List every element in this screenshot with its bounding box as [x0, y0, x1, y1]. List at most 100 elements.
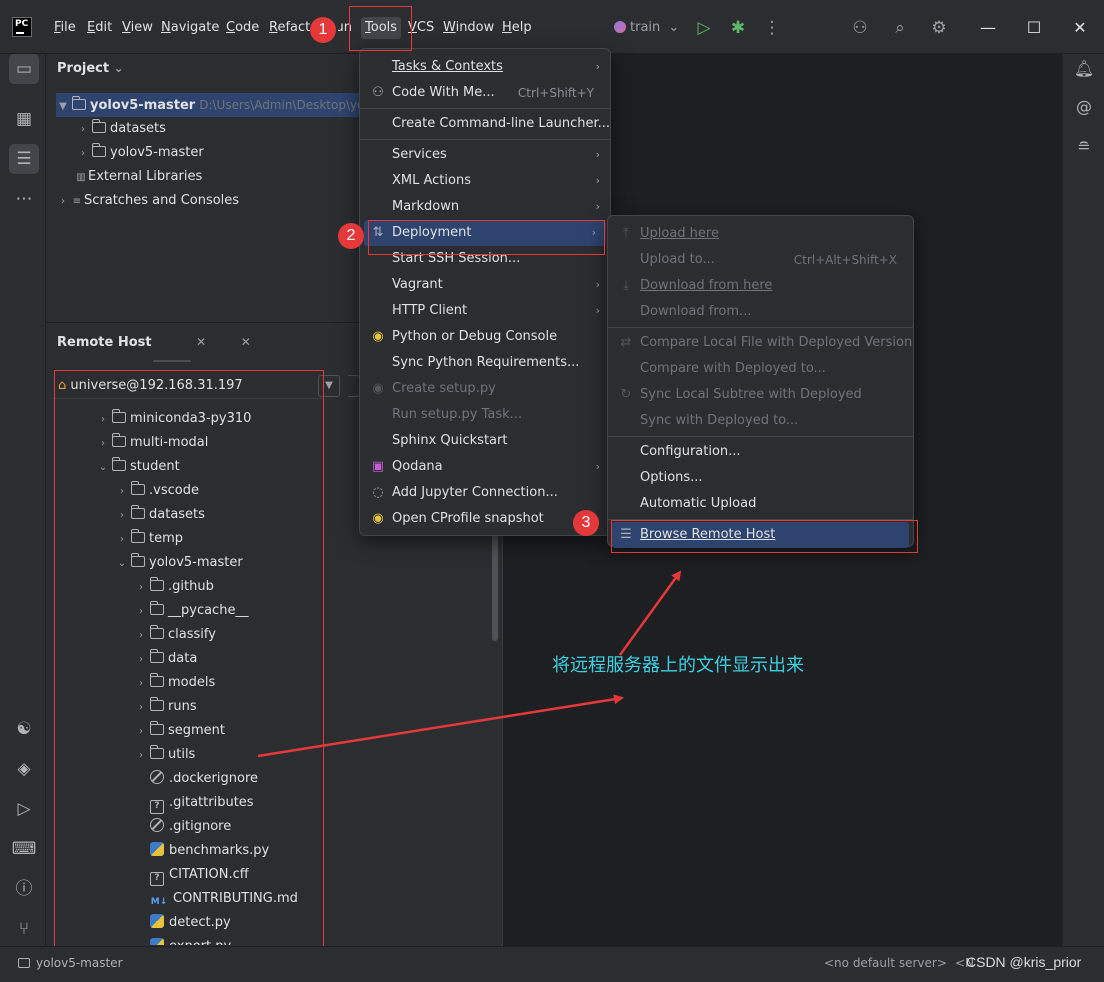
watermark: CSDN @kris_prior	[966, 954, 1082, 970]
chevron-right-icon: ›	[595, 60, 600, 73]
upload-icon: ⤒	[623, 226, 629, 241]
submenu-download-from-here: ⤓ Download from here	[608, 273, 913, 299]
highlight-deployment	[368, 220, 605, 255]
menu-item-markdown[interactable]: Markdown ›	[360, 194, 610, 220]
menu-help[interactable]: Help	[502, 17, 532, 39]
database-icon[interactable]: ≘	[1071, 134, 1097, 160]
menu-item-add-jupyter[interactable]: ◌ Add Jupyter Connection...	[360, 480, 610, 506]
chevron-right-icon: ›	[81, 124, 85, 135]
step-badge-3: 3	[573, 510, 599, 536]
menu-item-code-with-me[interactable]: ⚇ Code With Me... Ctrl+Shift+Y	[360, 80, 610, 106]
bug-icon[interactable]: ✱	[726, 16, 750, 40]
menu-file[interactable]: File	[54, 17, 76, 39]
project-panel-title[interactable]: Project ⌄	[57, 61, 124, 76]
chevron-right-icon: ›	[595, 200, 600, 213]
close-tab-icon[interactable]: ✕	[196, 335, 206, 349]
layers-icon[interactable]: ◈	[9, 754, 39, 784]
menu-item-create-setup: ◉ Create setup.py	[360, 376, 610, 402]
status-bar: yolov5-master <no default server> <N	[0, 946, 1104, 982]
menu-item-python-console[interactable]: ◉ Python or Debug Console	[360, 324, 610, 350]
menu-item-vagrant[interactable]: Vagrant ›	[360, 272, 610, 298]
chevron-right-icon: ›	[595, 304, 600, 317]
gear-icon[interactable]: ⚙	[927, 16, 951, 40]
ai-assistant-icon[interactable]: @	[1071, 94, 1097, 120]
chevron-right-icon: ›	[595, 174, 600, 187]
close-icon[interactable]: ✕	[1066, 14, 1094, 42]
chevron-right-icon: ›	[81, 148, 85, 159]
menu-view[interactable]: View	[122, 17, 153, 39]
add-user-icon[interactable]: ⚇	[848, 16, 872, 40]
menu-item-qodana[interactable]: ▣ Qodana ›	[360, 454, 610, 480]
sync-icon: ↻	[620, 387, 632, 402]
library-icon: ▥	[76, 172, 86, 183]
chevron-down-icon: ▼	[59, 101, 67, 112]
title-bar: PC File Edit View Navigate Code Refactor…	[0, 0, 1104, 54]
close-tab-icon[interactable]: ✕	[241, 335, 251, 349]
module-icon	[18, 958, 30, 968]
menu-item-create-launcher[interactable]: Create Command-line Launcher...	[360, 111, 610, 137]
menu-item-http-client[interactable]: HTTP Client ›	[360, 298, 610, 324]
notifications-bell-icon[interactable]: 🔔︎	[1071, 56, 1097, 82]
menu-item-run-setup: Run setup.py Task...	[392, 407, 523, 422]
run-config-name: train	[630, 20, 661, 35]
submenu-compare-with-deployed: Compare with Deployed to...	[640, 361, 826, 376]
more-vertical-icon[interactable]: ⋮	[760, 16, 784, 40]
tab-underline	[153, 360, 191, 362]
python-icon: ◉	[372, 329, 384, 344]
status-default-server[interactable]: <no default server>	[824, 956, 947, 970]
folder-icon	[91, 119, 106, 133]
download-icon: ⤓	[623, 278, 629, 293]
menu-separator	[360, 108, 610, 109]
git-branch-icon[interactable]: ⑂	[9, 914, 39, 944]
terminal-icon[interactable]: ⌨	[9, 834, 39, 864]
step-badge-1: 1	[310, 17, 336, 43]
search-icon[interactable]: ⌕	[888, 16, 912, 40]
submenu-sync-local-subtree: ↻ Sync Local Subtree with Deployed	[608, 382, 913, 408]
menu-item-sync-requirements[interactable]: Sync Python Requirements...	[360, 350, 610, 376]
submenu-configuration[interactable]: Configuration...	[608, 439, 913, 465]
project-folder-icon[interactable]: ▭	[9, 54, 39, 84]
add-user-icon: ⚇	[372, 85, 384, 100]
submenu-options[interactable]: Options...	[608, 465, 913, 491]
deployment-submenu-popup: ⤒ Upload here Upload to... Ctrl+Alt+Shift+…	[607, 215, 914, 548]
submenu-upload-to: Upload to... Ctrl+Alt+Shift+X	[608, 247, 913, 273]
menu-refactor[interactable]: Refactor	[269, 17, 311, 39]
menu-separator	[608, 327, 913, 328]
highlight-browse-remote-host	[611, 520, 918, 553]
python-console-icon[interactable]: ☯	[9, 714, 39, 744]
chevron-right-icon: ›	[595, 460, 600, 473]
submenu-upload-here: ⤒ Upload here	[608, 221, 913, 247]
highlight-tools-menu	[349, 6, 412, 51]
python-run-config-icon	[614, 21, 626, 33]
menu-window[interactable]: Window	[443, 17, 494, 39]
menu-item-tasks-contexts[interactable]: Tasks & Contexts ›	[360, 54, 610, 80]
folder-icon	[91, 143, 106, 157]
status-project[interactable]: yolov5-master	[18, 956, 123, 970]
menu-navigate[interactable]: Navigate	[161, 17, 219, 39]
remote-host-tab[interactable]: Remote Host ✕ ✕	[57, 335, 251, 350]
menu-separator	[608, 436, 913, 437]
minimize-icon[interactable]: —	[974, 14, 1002, 42]
compare-icon: ⇄	[620, 335, 632, 350]
remote-host-icon[interactable]: ☰	[9, 144, 39, 174]
chevron-right-icon: ›	[61, 196, 65, 207]
tools-menu-popup: Tasks & Contexts › ⚇ Code With Me... Ctrl+S…	[359, 48, 611, 536]
menu-code[interactable]: Code	[226, 17, 259, 39]
structure-icon[interactable]: ▦	[9, 104, 39, 134]
menu-item-xml-actions[interactable]: XML Actions ›	[360, 168, 610, 194]
menu-edit[interactable]: Edit	[87, 17, 112, 39]
problems-icon[interactable]: ⓘ	[9, 874, 39, 904]
run-config-selector[interactable]: train ⌄	[614, 17, 679, 39]
menu-separator	[360, 139, 610, 140]
submenu-automatic-upload[interactable]: Automatic Upload	[608, 491, 913, 517]
play-icon[interactable]: ▷	[692, 16, 716, 40]
shortcut-label: Ctrl+Alt+Shift+X	[793, 253, 897, 267]
services-icon[interactable]: ▷	[9, 794, 39, 824]
folder-icon	[71, 96, 86, 110]
menu-item-sphinx[interactable]: Sphinx Quickstart	[360, 428, 610, 454]
right-tool-strip: 🔔︎ @ ≘	[1062, 54, 1104, 946]
menu-item-services[interactable]: Services ›	[360, 142, 610, 168]
submenu-sync-with-deployed: Sync with Deployed to...	[640, 413, 799, 428]
more-horizontal-icon[interactable]: ⋯	[9, 184, 39, 214]
maximize-icon[interactable]: ☐	[1020, 14, 1048, 42]
